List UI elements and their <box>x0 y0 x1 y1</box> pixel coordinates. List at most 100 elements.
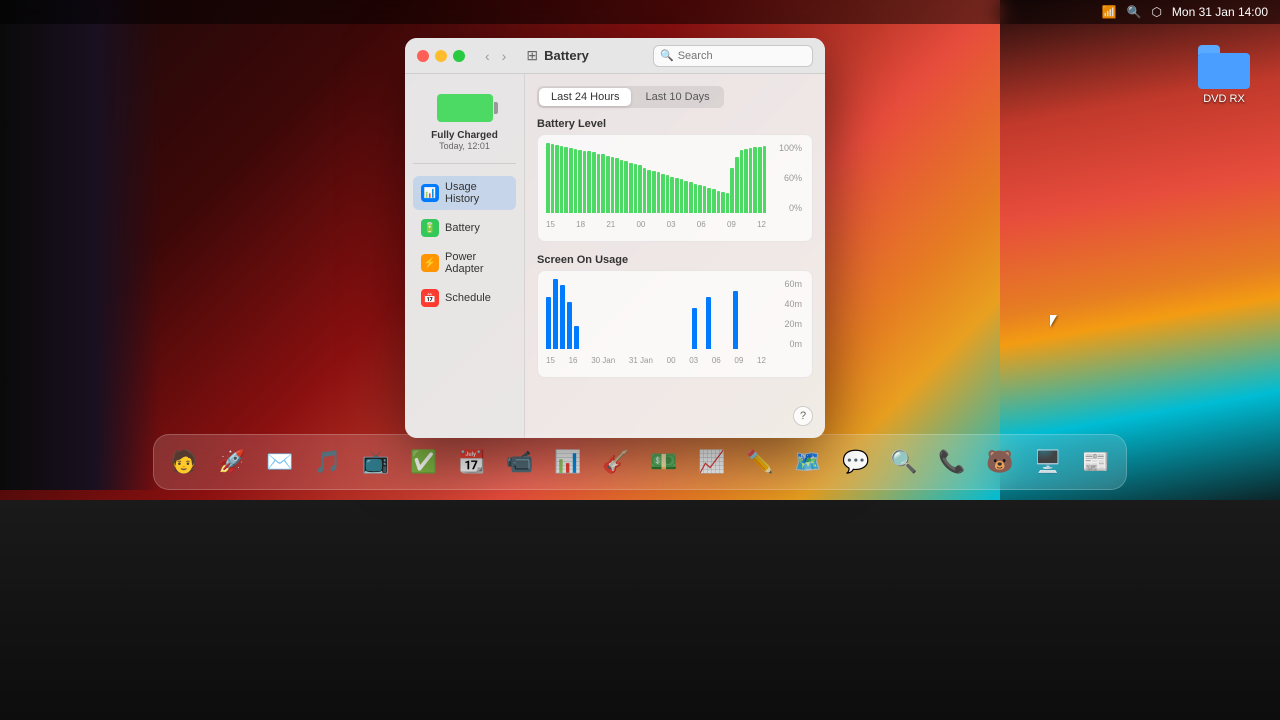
dock-icon-news[interactable]: 📰 <box>1074 440 1118 484</box>
dock-icon-messages[interactable]: 💬 <box>834 440 878 484</box>
battery-bar <box>551 144 555 213</box>
usage-x-12: 12 <box>757 356 766 365</box>
usage-x-jan: 30 Jan <box>591 356 615 365</box>
usage-x-31jan: 31 Jan <box>629 356 653 365</box>
dock-icon-bear[interactable]: 🐻 <box>978 440 1022 484</box>
window-close-button[interactable] <box>417 50 429 62</box>
usage-bar <box>733 291 738 349</box>
usage-x-15: 15 <box>546 356 555 365</box>
battery-bar <box>624 161 628 213</box>
window-title: Battery <box>544 48 589 63</box>
dock: 🧑 🚀 ✉️ 🎵 📺 ✅ 📆 📹 📊 🎸 💵 📈 ✏️ 🗺️ 💬 🔍 📞 🐻 🖥… <box>153 434 1127 490</box>
battery-bar <box>763 146 767 213</box>
dock-icon-terminal[interactable]: 🖥️ <box>1026 440 1070 484</box>
dock-icon-pages[interactable]: ✏️ <box>738 440 782 484</box>
battery-x-18: 18 <box>576 220 585 229</box>
usage-bar <box>692 308 697 349</box>
sidebar-item-power-adapter-label: Power Adapter <box>445 251 508 275</box>
battery-y-labels: 100% 60% 0% <box>769 143 804 213</box>
dock-icon-finder[interactable]: 🧑 <box>162 440 206 484</box>
battery-bar <box>657 172 661 213</box>
search-input[interactable] <box>678 50 806 62</box>
usage-bars-container <box>546 279 804 349</box>
sidebar-item-schedule[interactable]: 📅 Schedule <box>413 284 516 312</box>
battery-bar <box>611 157 615 213</box>
battery-bar <box>606 156 610 213</box>
battery-bar <box>675 178 679 213</box>
menubar-search-icon[interactable]: 🔍 <box>1126 5 1141 19</box>
battery-bar <box>629 163 633 213</box>
battery-bar <box>638 165 642 213</box>
menubar-wifi-icon[interactable]: 📶 <box>1102 5 1117 19</box>
menubar-clock: Mon 31 Jan 14:00 <box>1172 5 1268 19</box>
window-maximize-button[interactable] <box>453 50 465 62</box>
nav-forward-button[interactable]: › <box>498 46 511 66</box>
battery-y-0: 0% <box>789 203 802 213</box>
sidebar-item-battery-label: Battery <box>445 222 480 234</box>
battery-x-06: 06 <box>697 220 706 229</box>
battery-x-09: 09 <box>727 220 736 229</box>
power-adapter-icon: ⚡ <box>421 254 439 272</box>
usage-x-06: 06 <box>712 356 721 365</box>
battery-bar <box>643 168 647 214</box>
battery-level-chart: 100% 60% 0% 15 18 21 00 03 06 09 1 <box>537 134 813 242</box>
battery-x-labels: 15 18 21 00 03 06 09 12 <box>546 215 766 233</box>
battery-bar <box>587 151 591 213</box>
dock-icon-maps[interactable]: 🗺️ <box>786 440 830 484</box>
menubar-control-center-icon[interactable]: ⬡ <box>1151 5 1161 19</box>
battery-bar <box>740 150 744 213</box>
battery-y-100: 100% <box>779 143 802 153</box>
tab-last-10-days[interactable]: Last 10 Days <box>633 88 721 106</box>
menubar-right: 📶 🔍 ⬡ Mon 31 Jan 14:00 <box>1102 5 1268 19</box>
window-titlebar: ‹ › ⊞ Battery 🔍 <box>405 38 825 74</box>
search-bar[interactable]: 🔍 <box>653 45 813 67</box>
battery-bar <box>753 147 757 213</box>
dock-icon-spotlight[interactable]: 🔍 <box>882 440 926 484</box>
battery-x-03: 03 <box>667 220 676 229</box>
dock-icon-stocks[interactable]: 📈 <box>690 440 734 484</box>
dock-icon-mail[interactable]: ✉️ <box>258 440 302 484</box>
sidebar-item-schedule-label: Schedule <box>445 292 491 304</box>
battery-bar <box>758 147 762 214</box>
main-content: Last 24 Hours Last 10 Days Battery Level… <box>525 74 825 438</box>
battery-bar <box>721 192 725 213</box>
dock-icon-calendar[interactable]: 📆 <box>450 440 494 484</box>
dock-icon-phone[interactable]: 📞 <box>930 440 974 484</box>
battery-y-60: 60% <box>784 173 802 183</box>
menubar: 📶 🔍 ⬡ Mon 31 Jan 14:00 <box>0 0 1280 24</box>
desktop-icon-dvdrx[interactable]: DVD RX <box>1198 45 1250 105</box>
grid-icon: ⊞ <box>526 47 538 64</box>
left-equipment-area <box>0 0 160 490</box>
keyboard-area <box>0 500 1280 720</box>
dock-icon-reminders[interactable]: ✅ <box>402 440 446 484</box>
sidebar-item-power-adapter[interactable]: ⚡ Power Adapter <box>413 246 516 280</box>
dock-icon-launchpad[interactable]: 🚀 <box>210 440 254 484</box>
dock-icon-garageband[interactable]: 🎸 <box>594 440 638 484</box>
battery-bar <box>717 191 721 213</box>
dock-icon-money[interactable]: 💵 <box>642 440 686 484</box>
battery-bar <box>666 175 670 213</box>
usage-y-40: 40m <box>784 299 802 309</box>
window-title-area: ⊞ Battery <box>526 47 589 64</box>
battery-bar <box>703 186 707 213</box>
sidebar-item-usage-history[interactable]: 📊 Usage History <box>413 176 516 210</box>
window-minimize-button[interactable] <box>435 50 447 62</box>
usage-y-20: 20m <box>784 319 802 329</box>
nav-back-button[interactable]: ‹ <box>481 46 494 66</box>
dock-icon-facetime[interactable]: 📹 <box>498 440 542 484</box>
usage-bar <box>706 297 711 350</box>
battery-status-widget: Fully Charged Today, 12:01 <box>413 86 516 164</box>
sidebar-item-battery[interactable]: 🔋 Battery <box>413 214 516 242</box>
dock-icon-music[interactable]: 🎵 <box>306 440 350 484</box>
schedule-icon: 📅 <box>421 289 439 307</box>
battery-bar <box>684 181 688 213</box>
battery-x-12: 12 <box>757 220 766 229</box>
help-button[interactable]: ? <box>793 406 813 426</box>
battery-bar <box>569 148 573 213</box>
battery-bar <box>615 158 619 213</box>
battery-bar <box>546 143 550 213</box>
screen-on-title: Screen On Usage <box>537 254 813 266</box>
dock-icon-numbers[interactable]: 📊 <box>546 440 590 484</box>
tab-last-24-hours[interactable]: Last 24 Hours <box>539 88 631 106</box>
dock-icon-tv[interactable]: 📺 <box>354 440 398 484</box>
